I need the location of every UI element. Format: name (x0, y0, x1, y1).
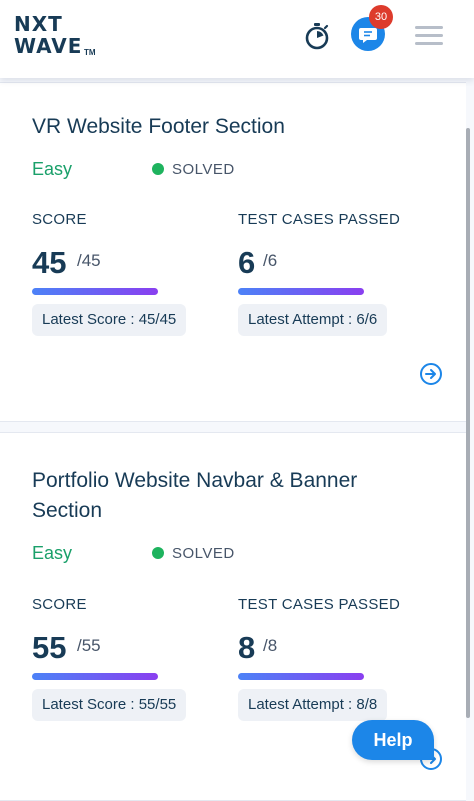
scrollbar[interactable] (466, 128, 470, 718)
score-value: 45 (32, 245, 67, 280)
hamburger-menu-icon[interactable] (415, 26, 443, 46)
logo-line-1: NXT (14, 12, 63, 36)
status-text: SOLVED (172, 161, 235, 178)
solved-dot-icon (152, 547, 164, 559)
stopwatch-icon[interactable] (304, 22, 330, 50)
test-cases-progress-bar (238, 288, 364, 295)
test-cases-section: TEST CASES PASSED 6 /6 Latest Attempt : … (238, 211, 418, 336)
test-cases-label: TEST CASES PASSED (238, 211, 401, 228)
latest-score: Latest Score : 55/55 (32, 689, 187, 721)
latest-score: Latest Score : 45/45 (32, 304, 187, 336)
status-badge: SOLVED (152, 161, 235, 178)
test-cases-total: /6 (263, 251, 278, 270)
solved-dot-icon (152, 163, 164, 175)
problem-title[interactable]: Portfolio Website Navbar & Banner Sectio… (32, 466, 432, 526)
score-progress-bar (32, 288, 158, 295)
latest-attempt: Latest Attempt : 6/6 (238, 304, 388, 336)
score-progress-bar (32, 673, 158, 680)
nxtwave-logo[interactable]: NXT WAVE TM (14, 14, 104, 60)
score-label: SCORE (32, 211, 87, 228)
latest-attempt: Latest Attempt : 8/8 (238, 689, 388, 721)
logo-line-2: WAVE (14, 34, 83, 58)
top-nav: NXT WAVE TM 30 (0, 0, 474, 78)
status-text: SOLVED (172, 545, 235, 562)
score-section: SCORE 55 /55 Latest Score : 55/55 (32, 596, 212, 721)
problem-card[interactable]: VR Website Footer Section Easy SOLVED SC… (0, 82, 466, 422)
help-button[interactable]: Help (352, 720, 434, 760)
difficulty-label: Easy (32, 543, 73, 563)
difficulty-label: Easy (32, 159, 73, 179)
logo-trademark: TM (84, 48, 96, 57)
test-cases-section: TEST CASES PASSED 8 /8 Latest Attempt : … (238, 596, 418, 721)
test-cases-progress-bar (238, 673, 364, 680)
score-total: /55 (77, 636, 101, 655)
score-total: /45 (77, 251, 101, 270)
test-cases-value: 8 (238, 630, 256, 665)
notification-badge: 30 (369, 5, 393, 29)
test-cases-total: /8 (263, 636, 278, 655)
arrow-right-circle-icon[interactable] (419, 362, 443, 386)
test-cases-value: 6 (238, 245, 256, 280)
score-value: 55 (32, 630, 67, 665)
test-cases-label: TEST CASES PASSED (238, 596, 401, 613)
score-section: SCORE 45 /45 Latest Score : 45/45 (32, 211, 212, 336)
score-label: SCORE (32, 596, 87, 613)
status-badge: SOLVED (152, 545, 235, 562)
problem-title[interactable]: VR Website Footer Section (32, 112, 432, 142)
